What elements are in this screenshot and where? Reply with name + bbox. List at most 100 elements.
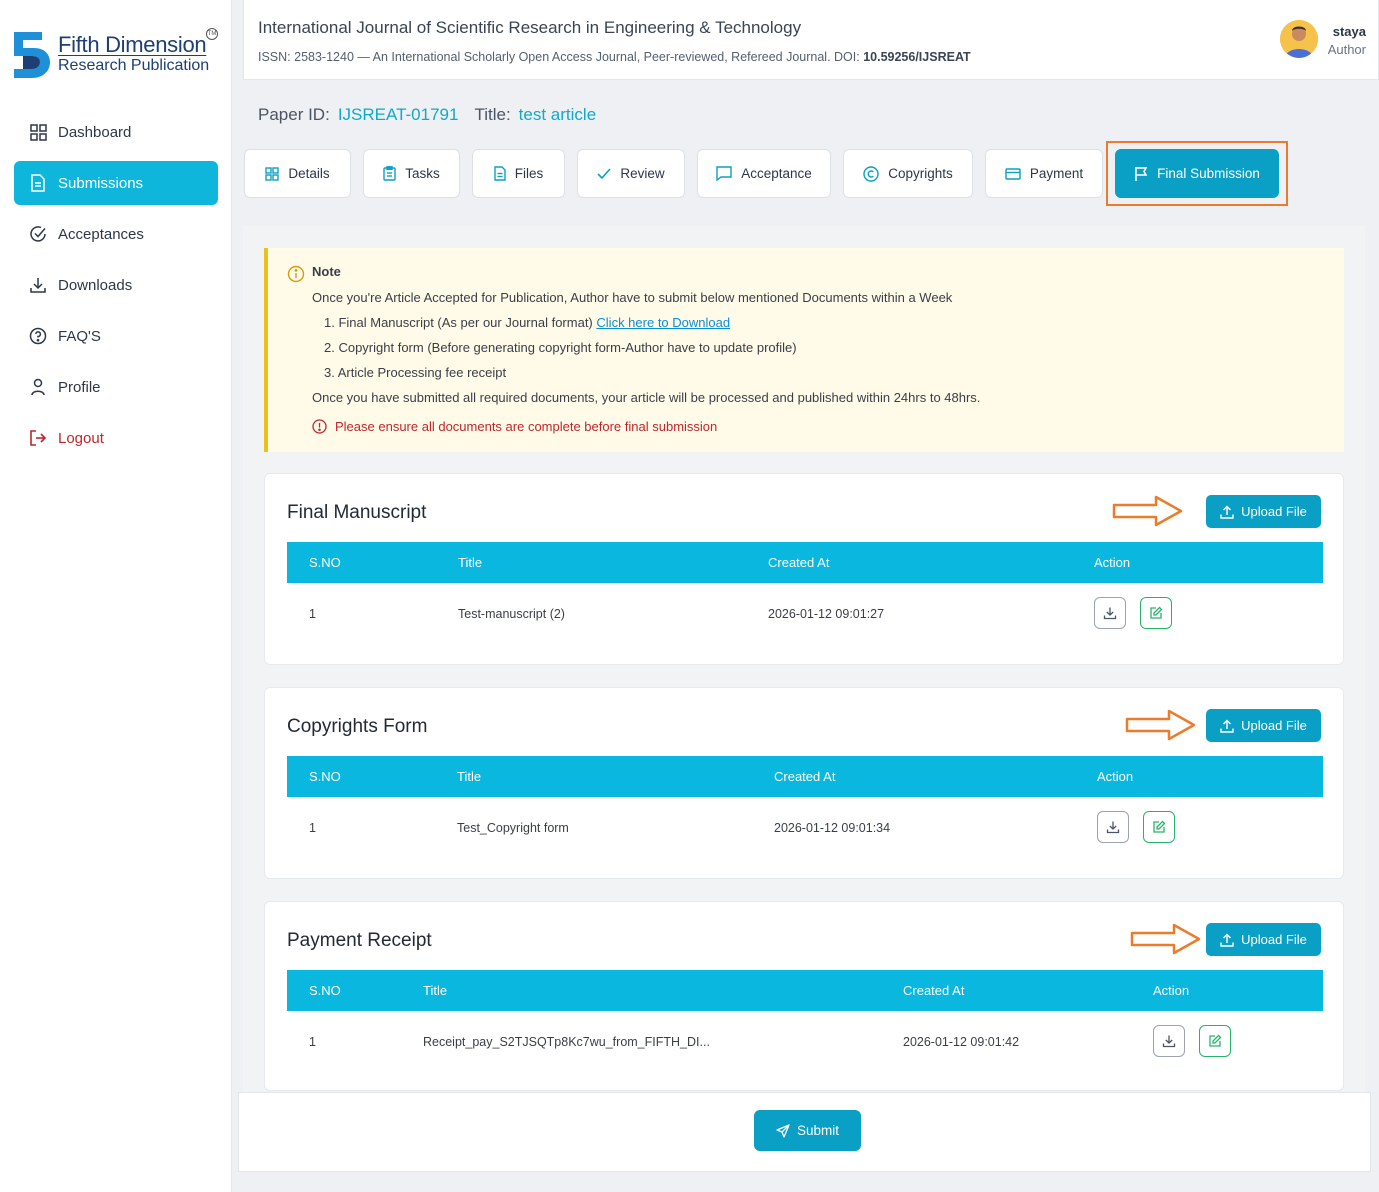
note-item-1: 1. Final Manuscript (As per our Journal … bbox=[312, 316, 1344, 330]
sidebar-nav: Dashboard Submissions Acceptances Downlo… bbox=[14, 110, 218, 467]
download-icon bbox=[28, 275, 48, 295]
tab-label: Tasks bbox=[405, 166, 440, 181]
sidebar-item-profile[interactable]: Profile bbox=[14, 365, 218, 409]
table-row: 1 Test-manuscript (2) 2026-01-12 09:01:2… bbox=[287, 583, 1323, 643]
submit-button[interactable]: Submit bbox=[754, 1110, 861, 1151]
tab-label: Copyrights bbox=[888, 166, 953, 181]
cell-sno: 1 bbox=[309, 1035, 316, 1049]
upload-icon bbox=[1220, 933, 1234, 947]
col-created: Created At bbox=[903, 983, 965, 998]
table-header: S.NO Title Created At Action bbox=[287, 970, 1323, 1011]
tab-copyrights[interactable]: Copyrights bbox=[843, 149, 973, 198]
paper-title-label: Title: bbox=[474, 105, 511, 124]
sidebar-item-submissions[interactable]: Submissions bbox=[14, 161, 218, 205]
cell-sno: 1 bbox=[309, 821, 316, 835]
tab-label: Files bbox=[514, 166, 544, 181]
upload-label: Upload File bbox=[1241, 504, 1307, 519]
tab-label: Final Submission bbox=[1157, 166, 1260, 181]
sidebar-item-label: Dashboard bbox=[58, 123, 132, 141]
sidebar-item-label: Logout bbox=[58, 429, 104, 447]
download-button[interactable] bbox=[1097, 811, 1129, 843]
col-action: Action bbox=[1094, 555, 1131, 570]
edit-icon bbox=[1153, 820, 1166, 833]
logout-icon bbox=[28, 428, 48, 448]
final-manuscript-card: Final Manuscript Upload File S.NO Title … bbox=[264, 473, 1344, 665]
journal-issn-text: ISSN: 2583-1240 — An International Schol… bbox=[258, 50, 860, 64]
tab-details[interactable]: Details bbox=[244, 149, 351, 198]
cell-title: Test_Copyright form bbox=[457, 821, 569, 835]
sidebar-item-label: Submissions bbox=[58, 174, 144, 192]
download-icon bbox=[1103, 607, 1117, 620]
brand-name-line2: Research Publication bbox=[58, 57, 210, 74]
user-icon bbox=[28, 377, 48, 397]
document-icon bbox=[28, 173, 48, 193]
file-icon bbox=[494, 166, 506, 181]
section-title: Copyrights Form bbox=[287, 716, 428, 737]
col-created: Created At bbox=[768, 555, 830, 570]
paper-info: Paper ID: IJSREAT-01791 Title: test article bbox=[258, 105, 612, 125]
upload-file-button[interactable]: Upload File bbox=[1206, 495, 1321, 528]
top-header: International Journal of Scientific Rese… bbox=[243, 0, 1379, 80]
sidebar-item-dashboard[interactable]: Dashboard bbox=[14, 110, 218, 154]
sidebar-item-logout[interactable]: Logout bbox=[14, 416, 218, 460]
note-item-1-text: 1. Final Manuscript (As per our Journal … bbox=[324, 315, 593, 330]
table-row: 1 Test_Copyright form 2026-01-12 09:01:3… bbox=[287, 797, 1323, 857]
sidebar-item-label: Profile bbox=[58, 378, 101, 396]
cell-title: Receipt_pay_S2TJSQTp8Kc7wu_from_FIFTH_DI… bbox=[423, 1035, 710, 1049]
payment-receipt-card: Payment Receipt Upload File S.NO Title C… bbox=[264, 901, 1344, 1091]
sidebar: Fifth Dimension Research Publication TM … bbox=[0, 0, 232, 1192]
tab-tasks[interactable]: Tasks bbox=[363, 149, 460, 198]
avatar[interactable] bbox=[1280, 20, 1318, 58]
upload-file-button[interactable]: Upload File bbox=[1206, 923, 1321, 956]
logo-mark-icon bbox=[12, 28, 52, 80]
arrow-right-icon bbox=[1112, 495, 1183, 527]
download-button[interactable] bbox=[1094, 597, 1126, 629]
tab-label: Details bbox=[288, 166, 330, 181]
grid-icon bbox=[28, 122, 48, 142]
sidebar-item-faqs[interactable]: FAQ'S bbox=[14, 314, 218, 358]
table-header: S.NO Title Created At Action bbox=[287, 542, 1323, 583]
cell-created: 2026-01-12 09:01:42 bbox=[903, 1035, 1020, 1049]
credit-card-icon bbox=[1005, 167, 1021, 180]
copyright-icon bbox=[863, 165, 879, 182]
brand-logo[interactable]: Fifth Dimension Research Publication bbox=[12, 28, 209, 80]
grid-icon bbox=[265, 166, 280, 181]
note-warning-text: Please ensure all documents are complete… bbox=[335, 419, 718, 434]
download-icon bbox=[1162, 1035, 1176, 1048]
upload-file-button[interactable]: Upload File bbox=[1206, 709, 1321, 742]
tab-final-submission[interactable]: Final Submission bbox=[1115, 149, 1279, 198]
tab-files[interactable]: Files bbox=[472, 149, 565, 198]
note-title: Note bbox=[312, 264, 341, 279]
arrow-right-icon bbox=[1130, 923, 1201, 955]
tab-review[interactable]: Review bbox=[577, 149, 685, 198]
tab-label: Payment bbox=[1029, 166, 1084, 181]
journal-doi: 10.59256/IJSREAT bbox=[863, 50, 971, 64]
col-sno: S.NO bbox=[309, 769, 341, 784]
download-format-link[interactable]: Click here to Download bbox=[596, 315, 730, 330]
section-title: Payment Receipt bbox=[287, 930, 432, 951]
download-icon bbox=[1106, 821, 1120, 834]
arrow-right-icon bbox=[1125, 709, 1196, 741]
download-button[interactable] bbox=[1153, 1025, 1185, 1057]
edit-button[interactable] bbox=[1140, 597, 1172, 629]
edit-button[interactable] bbox=[1199, 1025, 1231, 1057]
tab-acceptance[interactable]: Acceptance bbox=[697, 149, 831, 198]
sidebar-item-downloads[interactable]: Downloads bbox=[14, 263, 218, 307]
sidebar-item-acceptances[interactable]: Acceptances bbox=[14, 212, 218, 256]
col-title: Title bbox=[458, 555, 483, 570]
tab-label: Review bbox=[620, 166, 665, 181]
user-name[interactable]: staya bbox=[1333, 24, 1366, 39]
send-icon bbox=[776, 1123, 790, 1138]
paper-id-label: Paper ID: bbox=[258, 105, 330, 124]
note-intro: Once you're Article Accepted for Publica… bbox=[312, 290, 953, 305]
sidebar-item-label: Downloads bbox=[58, 276, 133, 294]
edit-icon bbox=[1209, 1034, 1222, 1047]
col-title: Title bbox=[457, 769, 482, 784]
edit-button[interactable] bbox=[1143, 811, 1175, 843]
tab-label: Acceptance bbox=[741, 166, 812, 181]
col-sno: S.NO bbox=[309, 555, 341, 570]
clipboard-icon bbox=[383, 166, 396, 181]
cell-title: Test-manuscript (2) bbox=[458, 607, 565, 621]
tab-payment[interactable]: Payment bbox=[985, 149, 1103, 198]
table-header: S.NO Title Created At Action bbox=[287, 756, 1323, 797]
